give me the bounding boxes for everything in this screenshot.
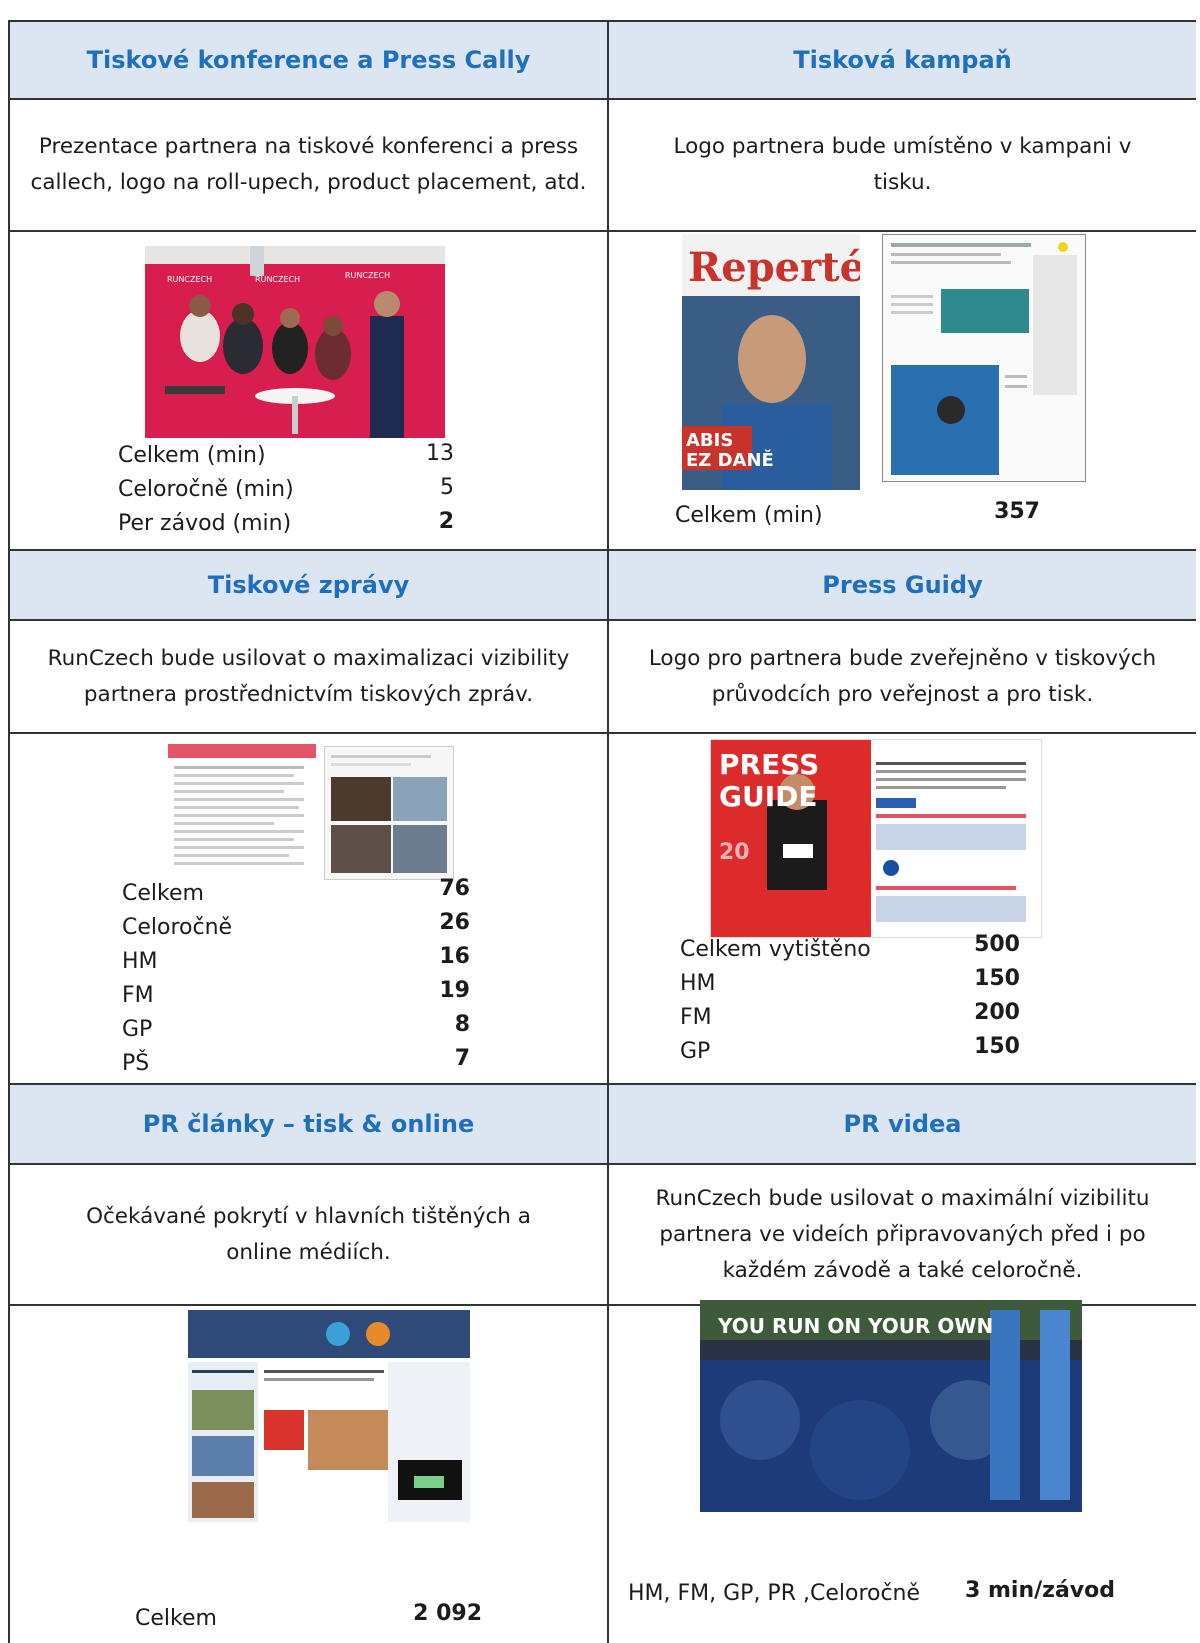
stat-value: 2 092 — [413, 1601, 482, 1626]
stat-value: 26 — [439, 910, 470, 935]
section-description: Prezentace partnera na tiskové konferenc… — [30, 134, 587, 195]
section-title: PR články – tisk & online — [142, 1110, 475, 1138]
video-caption: YOU RUN ON YOUR OWN — [718, 1314, 994, 1338]
stat-label: HM — [122, 949, 158, 974]
press-release-page — [168, 744, 316, 878]
race-video-still: YOU RUN ON YOUR OWN — [700, 1300, 1082, 1512]
stat-value: 16 — [439, 944, 470, 969]
stat-value: 150 — [974, 966, 1020, 991]
stat-label: HM — [680, 971, 716, 996]
magazine-title: Repertér — [688, 244, 860, 291]
section-header: Press Guidy — [609, 551, 1196, 619]
stat-label: PŠ — [122, 1051, 150, 1076]
stat-label: GP — [122, 1017, 153, 1042]
press-conference-photo: RUNCZECH RUNCZECH RUNCZECH — [145, 246, 445, 438]
row-divider — [10, 230, 1196, 232]
section-header: PR videa — [609, 1085, 1196, 1163]
section-title: Tiskové konference a Press Cally — [86, 46, 531, 74]
press-release-photos — [324, 746, 454, 880]
stat-value: 5 — [440, 475, 454, 500]
stat-value: 3 min/závod — [965, 1578, 1115, 1603]
section-title: Tiskové zprávy — [207, 571, 410, 599]
stat-label: Celoročně — [122, 915, 233, 940]
section-title: Press Guidy — [822, 571, 983, 599]
online-articles-collage — [188, 1310, 470, 1522]
newspaper-page — [882, 234, 1086, 482]
svg-text:RUNCZECH: RUNCZECH — [345, 271, 390, 280]
stat-value: 7 — [454, 1046, 470, 1071]
stat-value: 500 — [974, 932, 1020, 957]
stat-label: Celkem — [135, 1606, 217, 1631]
stat-value: 13 — [426, 441, 454, 466]
section-header: Tisková kampaň — [609, 22, 1196, 98]
svg-text:RUNCZECH: RUNCZECH — [167, 275, 212, 284]
section-title: Tisková kampaň — [793, 46, 1012, 74]
section-description: RunCzech bude usilovat o maximální vizib… — [655, 1185, 1150, 1283]
section-description: Očekávané pokrytí v hlavních tištěných a… — [86, 1203, 531, 1265]
stat-label: HM, FM, GP, PR ,Celoročně — [628, 1581, 921, 1606]
section-header: Tiskové zprávy — [10, 551, 607, 619]
stat-label: Celkem (min) — [118, 443, 266, 468]
section-header: PR články – tisk & online — [10, 1085, 607, 1163]
section-description: Logo pro partnera bude zveřejněno v tisk… — [648, 645, 1157, 707]
section-description: RunCzech bude usilovat o maximalizaci vi… — [47, 645, 570, 707]
stat-value: 200 — [974, 1000, 1020, 1025]
stat-label: Celoročně (min) — [118, 477, 294, 502]
press-guide-cover: PRESS GUIDE 20 — [710, 739, 1042, 938]
stat-value: 357 — [994, 499, 1040, 524]
svg-text:RUNCZECH: RUNCZECH — [255, 275, 300, 284]
sponsorship-table: Tiskové konference a Press Cally Tisková… — [8, 20, 1196, 1643]
column-divider — [607, 22, 609, 1643]
section-title: PR videa — [843, 1110, 962, 1138]
stat-label: Celkem — [122, 881, 204, 906]
stat-value: 8 — [454, 1012, 470, 1037]
stat-value: 150 — [974, 1034, 1020, 1059]
stat-label: GP — [680, 1039, 711, 1064]
section-header: Tiskové konference a Press Cally — [10, 22, 607, 98]
stat-label: FM — [122, 983, 154, 1008]
stat-label: Per závod (min) — [118, 511, 292, 536]
stat-label: Celkem vytištěno — [680, 937, 871, 962]
row-divider — [10, 732, 1196, 734]
section-description: Logo partnera bude umístěno v kampani v … — [673, 134, 1132, 195]
stat-label: Celkem (min) — [675, 503, 823, 528]
stat-label: FM — [680, 1005, 712, 1030]
stat-value: 2 — [438, 509, 454, 534]
stat-value: 76 — [439, 876, 470, 901]
stat-value: 19 — [439, 978, 470, 1003]
magazine-cover: Repertér ABIS EZ DANĚ — [682, 234, 860, 490]
